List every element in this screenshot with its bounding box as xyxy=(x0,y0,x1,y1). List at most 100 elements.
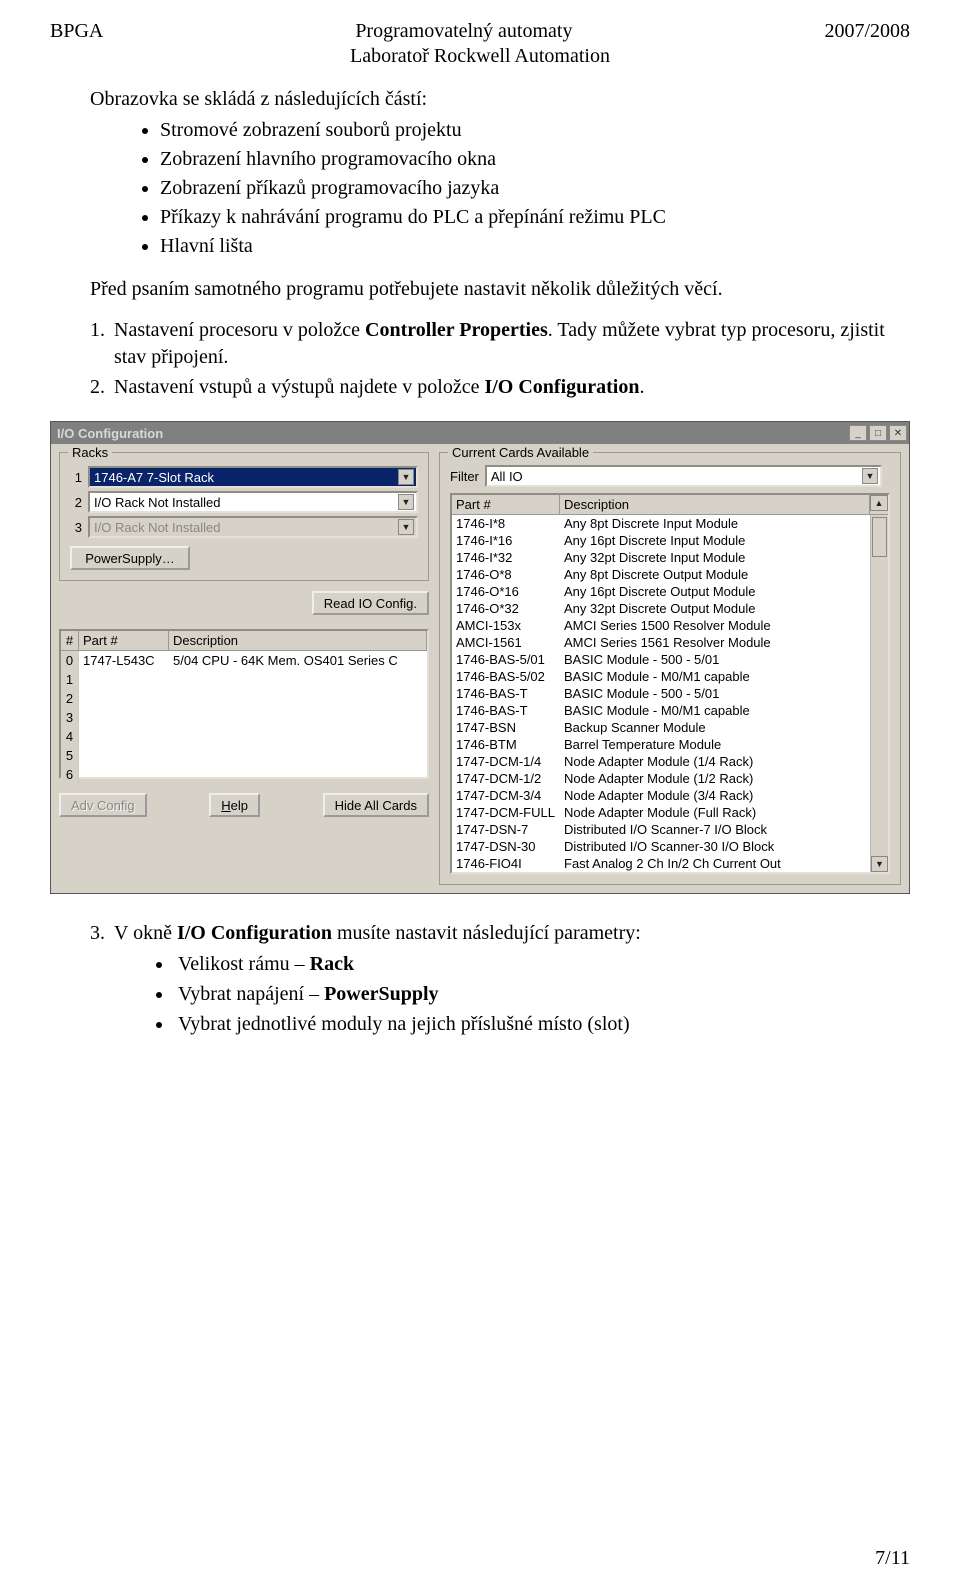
row-part xyxy=(79,689,169,708)
rack-3-value: I/O Rack Not Installed xyxy=(94,520,220,535)
filter-combo[interactable]: All IO ▼ xyxy=(485,465,882,487)
row-desc xyxy=(169,670,427,689)
card-part: 1746-FIO4I xyxy=(452,855,560,872)
b2-1-bold: PowerSupply xyxy=(324,983,438,1005)
list-item[interactable]: 1746-BAS-5/02BASIC Module - M0/M1 capabl… xyxy=(452,668,870,685)
card-part: 1747-DSN-30 xyxy=(452,838,560,855)
col-n-head: # xyxy=(61,631,79,650)
numbered-item-1: Nastavení procesoru v položce Controller… xyxy=(110,317,910,371)
cards-group: Current Cards Available Filter All IO ▼ … xyxy=(439,452,901,885)
help-button[interactable]: Help xyxy=(209,793,260,817)
card-part: 1747-DCM-1/4 xyxy=(452,753,560,770)
window-title: I/O Configuration xyxy=(57,426,847,441)
list-item[interactable]: 1747-BSNBackup Scanner Module xyxy=(452,719,870,736)
list-item[interactable]: 1746-I*32Any 32pt Discrete Input Module xyxy=(452,549,870,566)
row-n: 0 xyxy=(61,651,79,670)
card-desc: Node Adapter Module (Full Rack) xyxy=(560,804,870,821)
scroll-thumb[interactable] xyxy=(872,517,887,557)
list-item[interactable]: 1746-O*8Any 8pt Discrete Output Module xyxy=(452,566,870,583)
card-part: 1746-BAS-T xyxy=(452,702,560,719)
minimize-button[interactable]: _ xyxy=(849,425,867,441)
list-item[interactable]: 1747-DCM-3/4Node Adapter Module (3/4 Rac… xyxy=(452,787,870,804)
col-desc-head: Description xyxy=(169,631,427,650)
chevron-down-icon[interactable]: ▼ xyxy=(862,468,878,484)
installed-parts-table[interactable]: # Part # Description 01747-L543C5/04 CPU… xyxy=(59,629,429,779)
rack-num: 3 xyxy=(70,520,82,535)
list-item[interactable]: 1746-BAS-TBASIC Module - 500 - 5/01 xyxy=(452,685,870,702)
num3-post: musíte nastavit následující parametry: xyxy=(332,922,641,944)
close-button[interactable]: ✕ xyxy=(889,425,907,441)
col-part-head: Part # xyxy=(79,631,169,650)
card-desc: Distributed I/O Scanner-7 I/O Block xyxy=(560,821,870,838)
list-item[interactable]: 1746-BAS-5/01BASIC Module - 500 - 5/01 xyxy=(452,651,870,668)
numbered-item-2: Nastavení vstupů a výstupů najdete v pol… xyxy=(110,374,910,401)
row-desc xyxy=(169,689,427,708)
header-sub: Laboratoř Rockwell Automation xyxy=(50,45,910,68)
card-desc: Node Adapter Module (1/4 Rack) xyxy=(560,753,870,770)
card-part: 1747-DCM-1/2 xyxy=(452,770,560,787)
card-desc: Any 8pt Discrete Input Module xyxy=(560,515,870,532)
list-item[interactable]: 1746-BAS-TBASIC Module - M0/M1 capable xyxy=(452,702,870,719)
table-row[interactable]: 4 xyxy=(61,727,427,746)
row-desc xyxy=(169,765,427,784)
titlebar[interactable]: I/O Configuration _ □ ✕ xyxy=(51,422,909,444)
maximize-button[interactable]: □ xyxy=(869,425,887,441)
filter-label: Filter xyxy=(450,469,479,484)
rack-2-combo[interactable]: I/O Rack Not Installed ▼ xyxy=(88,491,418,513)
chevron-down-icon[interactable]: ▼ xyxy=(398,469,414,485)
num2-bold: I/O Configuration xyxy=(484,376,639,398)
row-n: 4 xyxy=(61,727,79,746)
row-part xyxy=(79,746,169,765)
cards-legend: Current Cards Available xyxy=(448,445,593,460)
numbered-item-3: V okně I/O Configuration musíte nastavit… xyxy=(110,920,910,1038)
card-part: 1747-BSN xyxy=(452,719,560,736)
list-item[interactable]: 1746-O*32Any 32pt Discrete Output Module xyxy=(452,600,870,617)
rack-num: 2 xyxy=(70,495,82,510)
rack-num: 1 xyxy=(70,470,82,485)
table-row[interactable]: 01747-L543C5/04 CPU - 64K Mem. OS401 Ser… xyxy=(61,651,427,670)
available-cards-table[interactable]: Part # Description ▲ 1746-I*8Any 8pt Dis… xyxy=(450,493,890,874)
num1-bold: Controller Properties xyxy=(365,319,548,341)
list-item[interactable]: 1746-FIO4IFast Analog 2 Ch In/2 Ch Curre… xyxy=(452,855,870,872)
table-row[interactable]: 1 xyxy=(61,670,427,689)
card-desc: AMCI Series 1500 Resolver Module xyxy=(560,617,870,634)
table-row[interactable]: 5 xyxy=(61,746,427,765)
bullet-item: Příkazy k nahrávání programu do PLC a př… xyxy=(160,204,910,231)
table-row[interactable]: 2 xyxy=(61,689,427,708)
card-part: 1747-DCM-3/4 xyxy=(452,787,560,804)
list-item[interactable]: 1747-DCM-1/2Node Adapter Module (1/2 Rac… xyxy=(452,770,870,787)
list-item[interactable]: 1747-DSN-7Distributed I/O Scanner-7 I/O … xyxy=(452,821,870,838)
rack-1-value: 1746-A7 7-Slot Rack xyxy=(94,470,214,485)
row-desc xyxy=(169,746,427,765)
card-desc: Any 16pt Discrete Input Module xyxy=(560,532,870,549)
b2-2-pre: Vybrat jednotlivé moduly na jejich přísl… xyxy=(178,1013,630,1035)
list-item[interactable]: 1746-I*8Any 8pt Discrete Input Module xyxy=(452,515,870,532)
list-item[interactable]: AMCI-1561AMCI Series 1561 Resolver Modul… xyxy=(452,634,870,651)
scroll-down-button[interactable]: ▼ xyxy=(871,856,888,872)
list-item[interactable]: 1746-O*16Any 16pt Discrete Output Module xyxy=(452,583,870,600)
header-center: Programovatelný automaty xyxy=(355,20,572,43)
card-desc: Node Adapter Module (3/4 Rack) xyxy=(560,787,870,804)
hide-cards-button[interactable]: Hide All Cards xyxy=(323,793,429,817)
scroll-up-button[interactable]: ▲ xyxy=(870,495,888,514)
cards-part-head: Part # xyxy=(452,495,560,514)
table-row[interactable]: 3 xyxy=(61,708,427,727)
table-row[interactable]: 6 xyxy=(61,765,427,784)
header-right: 2007/2008 xyxy=(824,20,910,43)
read-io-button[interactable]: Read IO Config. xyxy=(312,591,429,615)
row-n: 5 xyxy=(61,746,79,765)
list-item[interactable]: 1747-DSN-30Distributed I/O Scanner-30 I/… xyxy=(452,838,870,855)
num3-pre: V okně xyxy=(114,922,177,944)
chevron-down-icon: ▼ xyxy=(398,519,414,535)
list-item[interactable]: 1746-I*16Any 16pt Discrete Input Module xyxy=(452,532,870,549)
row-part: 1747-L543C xyxy=(79,651,169,670)
list-item[interactable]: 1746-BTMBarrel Temperature Module xyxy=(452,736,870,753)
list-item[interactable]: AMCI-153xAMCI Series 1500 Resolver Modul… xyxy=(452,617,870,634)
card-desc: Backup Scanner Module xyxy=(560,719,870,736)
chevron-down-icon[interactable]: ▼ xyxy=(398,494,414,510)
list-item[interactable]: 1747-DCM-FULLNode Adapter Module (Full R… xyxy=(452,804,870,821)
list-item[interactable]: 1747-DCM-1/4Node Adapter Module (1/4 Rac… xyxy=(452,753,870,770)
powersupply-button[interactable]: PowerSupply… xyxy=(70,546,190,570)
vertical-scrollbar[interactable]: ▼ xyxy=(870,515,888,872)
rack-1-combo[interactable]: 1746-A7 7-Slot Rack ▼ xyxy=(88,466,418,488)
